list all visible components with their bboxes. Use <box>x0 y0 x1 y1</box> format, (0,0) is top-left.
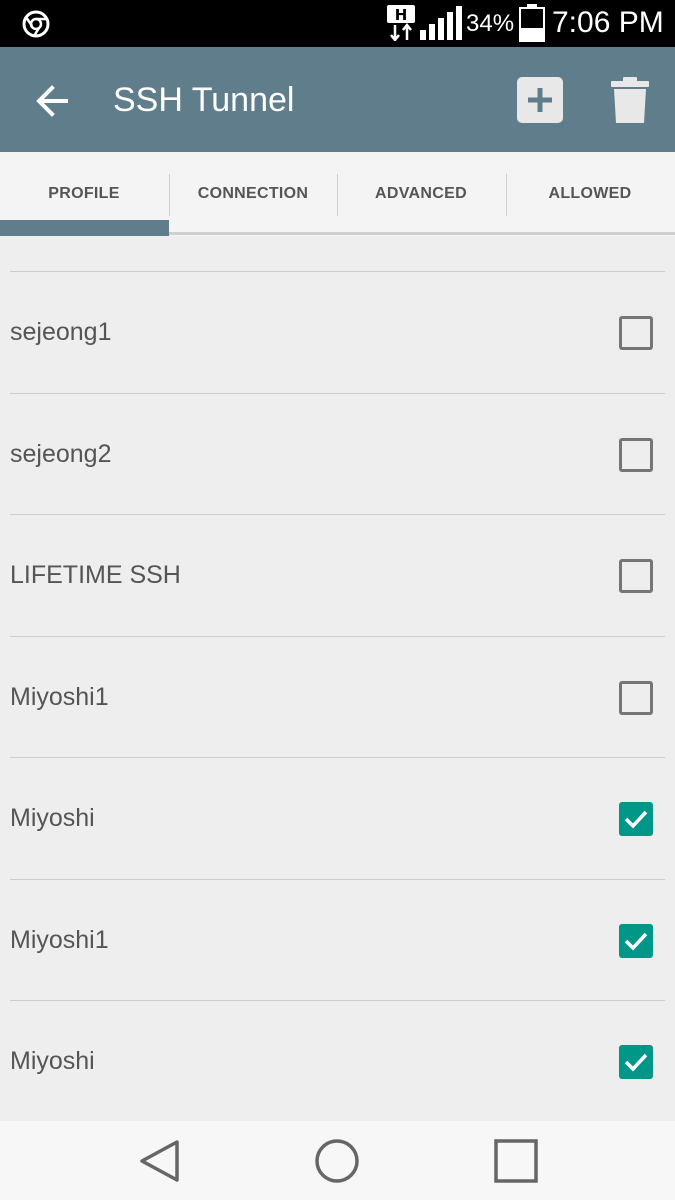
profile-name: Miyoshi1 <box>10 682 109 711</box>
trash-icon[interactable] <box>608 75 652 125</box>
tab-advanced[interactable]: ADVANCED <box>337 152 505 236</box>
navigation-bar <box>0 1121 675 1200</box>
svg-text:H: H <box>395 6 408 24</box>
profile-checkbox[interactable] <box>619 316 653 350</box>
add-icon[interactable] <box>515 75 565 125</box>
list-item[interactable]: sejeong2 <box>0 394 675 515</box>
profile-name: Miyoshi1 <box>10 925 109 954</box>
profile-checkbox[interactable] <box>619 559 653 593</box>
list-item[interactable]: Miyoshi <box>0 758 675 879</box>
page-title: SSH Tunnel <box>113 81 295 119</box>
clock: 7:06 PM <box>552 6 664 39</box>
list-item[interactable]: Miyoshi1 <box>0 637 675 758</box>
battery-percent: 34% <box>466 10 515 37</box>
app-bar: SSH Tunnel <box>0 47 675 152</box>
profile-checkbox[interactable] <box>619 437 653 472</box>
profile-checkbox[interactable] <box>619 802 653 836</box>
battery-icon <box>519 4 545 42</box>
nav-recents-icon[interactable] <box>493 1138 539 1184</box>
signal-icon <box>420 6 462 40</box>
profile-name: sejeong2 <box>10 439 112 468</box>
list-item[interactable]: LIFETIME SSH <box>0 515 675 636</box>
back-arrow-icon[interactable] <box>30 79 74 123</box>
tab-selected-indicator <box>0 220 169 236</box>
tab-connection[interactable]: CONNECTION <box>169 152 337 236</box>
profile-checkbox[interactable] <box>619 1045 653 1079</box>
tab-underline <box>169 232 675 235</box>
list-item[interactable]: sejeong1 <box>0 272 675 393</box>
status-bar: H 34% 7:06 PM <box>0 0 675 47</box>
check-icon <box>624 1053 648 1072</box>
profile-name: sejeong1 <box>10 318 112 346</box>
profile-checkbox[interactable] <box>619 680 653 715</box>
nav-home-icon[interactable] <box>314 1138 360 1184</box>
nav-back-icon[interactable] <box>137 1138 183 1184</box>
list-item[interactable]: Miyoshi1 <box>0 880 675 1001</box>
tab-allowed[interactable]: ALLOWED <box>506 152 674 236</box>
check-icon <box>624 932 648 951</box>
h-data-icon: H <box>387 5 415 41</box>
list-item[interactable]: Miyoshi <box>0 1001 675 1122</box>
profile-name: Miyoshi <box>10 1047 95 1075</box>
check-icon <box>624 810 648 829</box>
profile-name: LIFETIME SSH <box>10 561 181 589</box>
profile-checkbox[interactable] <box>619 923 653 958</box>
chrome-icon <box>22 10 50 38</box>
profile-name: Miyoshi <box>10 804 95 832</box>
